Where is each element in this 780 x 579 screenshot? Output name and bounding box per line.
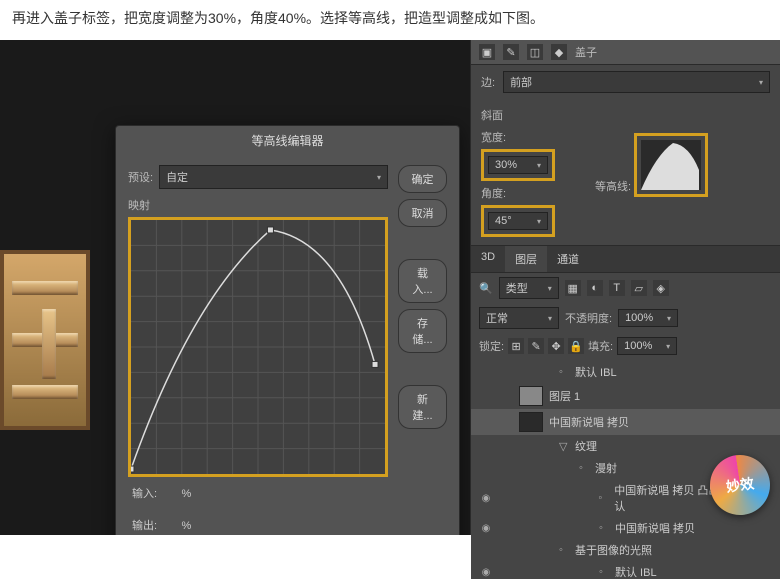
layer-item[interactable]: ◦ 默认 IBL [471,561,780,579]
chevron-down-icon: ▾ [377,173,381,182]
search-icon[interactable]: 🔍 [479,282,493,295]
gold-3d-text [0,250,90,430]
bullet-icon: ◦ [559,366,569,378]
instruction-text: 再进入盖子标签，把宽度调整为30%，角度40%。选择等高线，把造型调整成如下图。 [0,0,780,36]
blend-mode-select[interactable]: 正常▾ [479,307,559,329]
width-label: 宽度: [481,129,555,145]
type-filter[interactable]: 类型▾ [499,277,559,299]
bullet-icon: ◦ [599,566,609,578]
lock-icon[interactable]: ⊞ [508,338,524,354]
layer-label: 纹理 [575,438,597,454]
preset-label: 预设: [128,169,153,185]
adjust-icon[interactable]: ✎ [503,44,519,60]
bevel-section-label: 斜面 [481,107,770,123]
visibility-icon[interactable] [479,565,493,579]
visibility-icon[interactable] [479,521,493,535]
filter-icon[interactable]: ▱ [631,280,647,296]
tool-icon[interactable]: ▣ [479,44,495,60]
bullet-icon: ◦ [598,492,608,504]
filter-icon[interactable]: T [609,280,625,296]
layer-label: 中国新说唱 拷贝 [615,520,695,536]
top-toolbar: ▣ ✎ ◫ ◆ 盖子 [471,40,780,65]
layer-label: 图层 1 [549,388,580,404]
cancel-button[interactable]: 取消 [398,199,447,227]
visibility-icon[interactable] [479,491,493,505]
width-select[interactable]: 30%▾ [488,156,548,174]
curve-point[interactable] [131,466,134,472]
layer-label: 默认 IBL [615,564,657,579]
layer-item[interactable]: 图层 1 [471,383,780,409]
curve-point[interactable] [372,361,378,367]
swatch-icon[interactable]: ◆ [551,44,567,60]
contour-thumbnail[interactable] [641,140,701,190]
tab-layers[interactable]: 图层 [505,246,547,272]
twirl-icon[interactable]: ▽ [559,440,569,453]
opacity-label: 不透明度: [565,310,612,326]
ruler-icon[interactable]: ◫ [527,44,543,60]
edge-select[interactable]: 前部▾ [503,71,770,93]
angle-label: 角度: [481,185,555,201]
bullet-icon: ◦ [559,544,569,556]
filter-icon[interactable]: ◈ [653,280,669,296]
contour-label: 等高线: [595,181,631,193]
bullet-icon: ◦ [579,462,589,474]
layer-label: 中国新说唱 拷贝 [549,414,629,430]
input-label: 输入: % [132,485,191,501]
filter-icon[interactable]: ◐ [587,280,603,296]
cap-label: 盖子 [575,44,597,60]
photoshop-app: 等高线编辑器 预设: 自定 ▾ 映射 [0,40,780,535]
mapping-label: 映射 [128,197,388,213]
layer-item[interactable]: ◦ 基于图像的光照 [471,539,780,561]
opacity-select[interactable]: 100%▾ [618,309,678,327]
layer-label: 漫射 [595,460,617,476]
layer-label: 基于图像的光照 [575,542,652,558]
layer-thumb [519,386,543,406]
tab-channels[interactable]: 通道 [547,246,589,272]
ok-button[interactable]: 确定 [398,165,447,193]
curve-path[interactable] [131,230,375,469]
new-button[interactable]: 新建... [398,385,447,429]
fill-select[interactable]: 100%▾ [617,337,677,355]
layer-label: 默认 IBL [575,364,617,380]
lock-all-icon[interactable]: 🔒 [568,338,584,354]
contour-editor-dialog: 等高线编辑器 预设: 自定 ▾ 映射 [115,125,460,535]
angle-select[interactable]: 45°▾ [488,212,548,230]
dialog-title: 等高线编辑器 [116,126,459,155]
layers-panel: 3D 图层 通道 🔍 类型▾ ▦ ◐ T ▱ ◈ 正常▾ 不透明度: 100%▾… [471,245,780,579]
layer-item[interactable]: ◦ 中国新说唱 拷贝 [471,517,780,539]
filter-icon[interactable]: ▦ [565,280,581,296]
layer-item[interactable]: ▽ 纹理 [471,435,780,457]
output-label: 输出: % [132,517,191,533]
tab-3d[interactable]: 3D [471,246,505,272]
layer-item[interactable]: ◦ 默认 IBL [471,361,780,383]
bullet-icon: ◦ [599,522,609,534]
lock-pixel-icon[interactable]: ✎ [528,338,544,354]
preset-select[interactable]: 自定 ▾ [159,165,388,189]
layer-thumb [519,412,543,432]
canvas-area[interactable]: 等高线编辑器 预设: 自定 ▾ 映射 [0,40,470,535]
layer-item[interactable]: 中国新说唱 拷贝 [471,409,780,435]
fill-label: 填充: [588,338,613,354]
grid [131,220,385,474]
curve-editor[interactable] [128,217,388,477]
edge-label: 边: [481,74,495,90]
lock-label: 锁定: [479,338,504,354]
load-button[interactable]: 载入... [398,259,447,303]
save-button[interactable]: 存储... [398,309,447,353]
lock-pos-icon[interactable]: ✥ [548,338,564,354]
curve-point[interactable] [267,227,273,233]
